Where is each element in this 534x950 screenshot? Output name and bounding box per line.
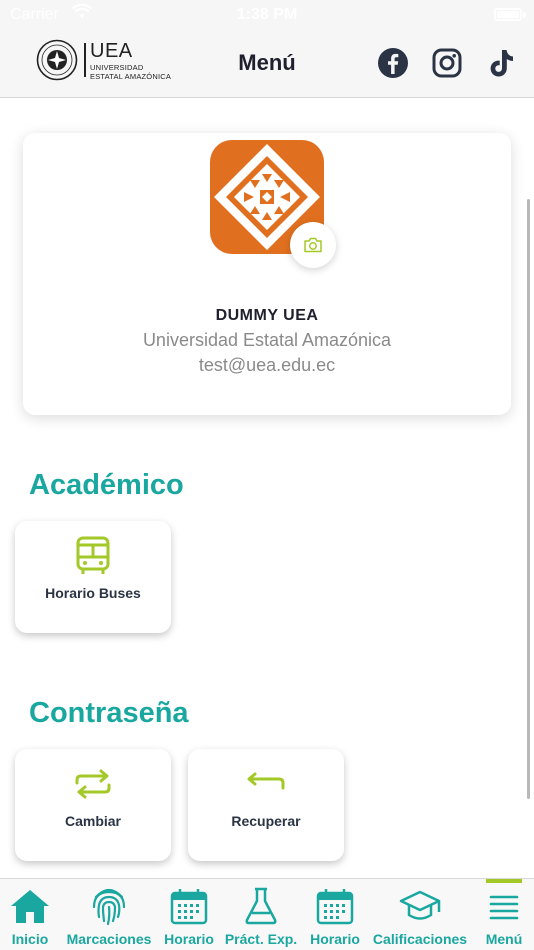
calendar-icon	[307, 885, 363, 927]
tile-label: Cambiar	[64, 813, 122, 829]
section-title-contrasena: Contraseña	[29, 697, 189, 729]
tab-inicio[interactable]: Inicio	[5, 879, 55, 950]
tab-horario[interactable]: Horario	[162, 879, 216, 950]
tab-horario-2[interactable]: Horario	[307, 879, 363, 950]
app-header: UEA UNIVERSIDAD ESTATAL AMAZÓNICA Menú	[0, 30, 534, 98]
tab-pract-exp[interactable]: Práct. Exp.	[222, 879, 300, 950]
tiktok-icon[interactable]	[484, 46, 518, 80]
bottom-tab-bar: Inicio Marcaciones Horario Práct. Exp. H…	[0, 878, 534, 950]
facebook-icon[interactable]	[376, 46, 410, 80]
graduation-cap-icon	[372, 885, 468, 927]
home-icon	[5, 885, 55, 927]
profile-card: DUMMY UEA Universidad Estatal Amazónica …	[23, 133, 511, 415]
uea-seal-icon	[36, 39, 78, 81]
horario-buses-tile[interactable]: Horario Buses	[15, 521, 171, 633]
instagram-icon[interactable]	[430, 46, 464, 80]
calendar-icon	[162, 885, 216, 927]
tab-menu[interactable]: Menú	[480, 879, 528, 950]
logo-line-1: UNIVERSIDAD	[90, 63, 144, 72]
profile-name: DUMMY UEA	[215, 307, 319, 324]
active-tab-indicator	[486, 879, 522, 883]
logo-brand: UEA	[90, 40, 133, 62]
uea-logo: UEA UNIVERSIDAD ESTATAL AMAZÓNICA	[36, 39, 186, 81]
profile-university: Universidad Estatal Amazónica	[142, 330, 392, 350]
recuperar-tile[interactable]: Recuperar	[188, 749, 344, 861]
menu-icon	[480, 885, 528, 927]
bus-icon	[15, 535, 171, 577]
scrollbar[interactable]	[527, 199, 530, 799]
section-title-academico: Académico	[29, 469, 184, 501]
flask-icon	[222, 885, 300, 927]
cambiar-tile[interactable]: Cambiar	[15, 749, 171, 861]
camera-icon	[304, 237, 322, 253]
tab-calificaciones[interactable]: Calificaciones	[372, 879, 468, 950]
status-time: 1:38 PM	[236, 6, 298, 23]
tile-label: Horario Buses	[45, 585, 141, 601]
battery-icon	[494, 8, 522, 21]
tab-marcaciones[interactable]: Marcaciones	[62, 879, 156, 950]
fingerprint-icon	[62, 885, 156, 927]
tile-label: Recuperar	[231, 813, 301, 829]
return-arrow-icon	[188, 763, 344, 805]
logo-line-2: ESTATAL AMAZÓNICA	[90, 72, 172, 81]
profile-email: test@uea.edu.ec	[198, 355, 336, 375]
swap-arrows-icon	[15, 763, 171, 805]
status-bar: Carrier 1:38 PM	[0, 0, 534, 30]
change-photo-button[interactable]	[290, 222, 336, 268]
page-title: Menú	[238, 50, 296, 75]
menu-content[interactable]: DUMMY UEA Universidad Estatal Amazónica …	[0, 99, 534, 878]
